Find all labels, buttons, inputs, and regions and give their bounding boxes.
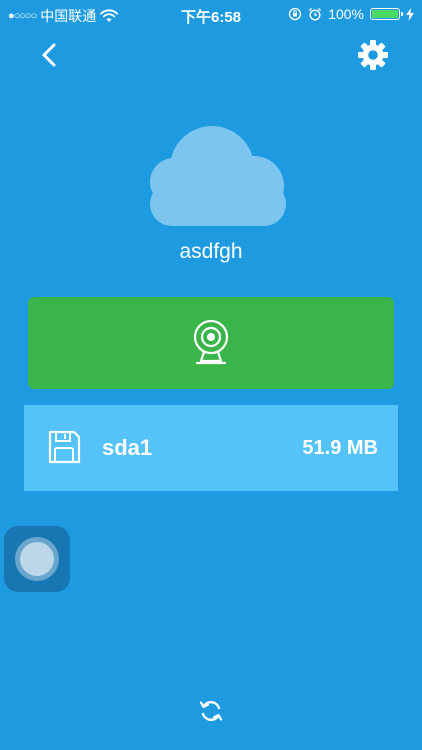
- storage-item-sda1[interactable]: sda1 51.9 MB: [24, 405, 398, 491]
- chevron-left-icon: [42, 43, 56, 67]
- webcam-icon: [193, 319, 229, 365]
- assistive-touch-button[interactable]: [4, 526, 70, 592]
- back-button[interactable]: [36, 40, 64, 70]
- battery-percent: 100%: [328, 6, 364, 22]
- camera-button[interactable]: [28, 297, 394, 389]
- device-name: asdfgh: [179, 240, 243, 263]
- orientation-lock-icon: [289, 7, 302, 21]
- cloud-icon: [150, 126, 286, 226]
- refresh-button[interactable]: [198, 698, 224, 724]
- floppy-disk-icon: [48, 430, 81, 464]
- storage-name: sda1: [102, 435, 153, 460]
- battery-level: [372, 10, 398, 18]
- refresh-icon: [199, 700, 223, 722]
- settings-button[interactable]: [356, 38, 390, 72]
- charging-bolt-icon: [406, 7, 414, 21]
- status-right: 100%: [288, 6, 414, 22]
- storage-size: 51.9 MB: [302, 437, 378, 459]
- assistive-touch-core: [20, 542, 54, 576]
- alarm-icon: [309, 8, 322, 21]
- status-bar: ●○○○○ 中国联通 下午6:58 100%: [0, 0, 422, 30]
- battery-icon: [370, 8, 403, 20]
- gear-icon: [358, 40, 388, 70]
